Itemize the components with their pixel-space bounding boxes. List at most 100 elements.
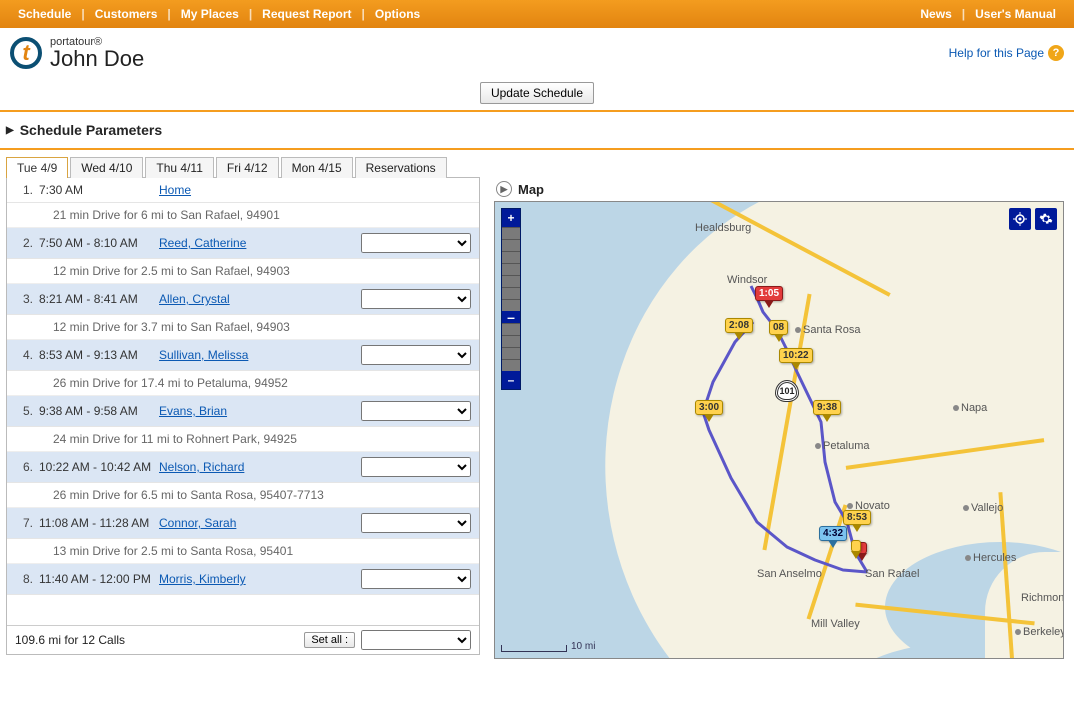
map-marker[interactable]: 3:00 <box>695 400 723 422</box>
map-marker[interactable]: 9:38 <box>813 400 841 422</box>
nav-customers[interactable]: Customers <box>85 7 168 21</box>
row-action-select[interactable] <box>361 289 471 309</box>
update-schedule-button[interactable]: Update Schedule <box>480 82 594 104</box>
nav-schedule[interactable]: Schedule <box>8 7 81 21</box>
marker-tail <box>851 551 861 559</box>
row-index: 4. <box>15 348 33 362</box>
locate-icon[interactable] <box>1009 208 1031 230</box>
customer-link[interactable]: Morris, Kimberly <box>159 572 246 586</box>
map-marker[interactable]: 1:05 <box>755 286 783 308</box>
schedule-list[interactable]: 1.7:30 AMHome21 min Drive for 6 mi to Sa… <box>7 178 479 625</box>
play-icon[interactable]: ▶ <box>496 181 512 197</box>
gear-icon[interactable] <box>1035 208 1057 230</box>
tab-tue-4-9[interactable]: Tue 4/9 <box>6 157 68 178</box>
tab-wed-4-10[interactable]: Wed 4/10 <box>70 157 143 178</box>
marker-bubble: 10:22 <box>779 348 813 363</box>
map-canvas[interactable]: 101 + – – <box>494 201 1064 659</box>
row-time: 7:50 AM - 8:10 AM <box>39 236 159 250</box>
help-link-label: Help for this Page <box>949 46 1044 60</box>
map-title: Map <box>518 182 544 197</box>
schedule-pane: 1.7:30 AMHome21 min Drive for 6 mi to Sa… <box>6 177 480 655</box>
city-label: Richmond <box>1021 592 1064 604</box>
schedule-row[interactable]: 4. 8:53 AM - 9:13 AMSullivan, Melissa <box>7 340 479 371</box>
row-action-select[interactable] <box>361 345 471 365</box>
city-label: Hercules <box>965 552 1016 564</box>
drive-info: 13 min Drive for 2.5 mi to Santa Rosa, 9… <box>7 539 479 564</box>
map-marker[interactable]: 10:22 <box>779 348 813 370</box>
schedule-row[interactable]: 1.7:30 AMHome <box>7 178 479 203</box>
schedule-parameters-label: Schedule Parameters <box>20 122 162 138</box>
city-label: Berkeley <box>1015 626 1064 638</box>
tab-mon-4-15[interactable]: Mon 4/15 <box>281 157 353 178</box>
row-time: 7:30 AM <box>39 183 159 197</box>
customer-link[interactable]: Home <box>159 183 191 197</box>
marker-tail <box>704 414 714 422</box>
customer-link[interactable]: Reed, Catherine <box>159 236 246 250</box>
zoom-in-button[interactable]: + <box>502 209 520 227</box>
customer-link[interactable]: Evans, Brian <box>159 404 227 418</box>
customer-link[interactable]: Nelson, Richard <box>159 460 244 474</box>
tab-thu-4-11[interactable]: Thu 4/11 <box>145 157 213 178</box>
city-label: Healdsburg <box>695 222 751 234</box>
map-marker[interactable]: 8:53 <box>843 510 871 532</box>
nav-request-report[interactable]: Request Report <box>252 7 361 21</box>
row-action-select[interactable] <box>361 401 471 421</box>
customer-link[interactable]: Allen, Crystal <box>159 292 230 306</box>
row-time: 8:53 AM - 9:13 AM <box>39 348 159 362</box>
row-time: 10:22 AM - 10:42 AM <box>39 460 159 474</box>
map-marker[interactable]: 2:08 <box>725 318 753 340</box>
row-index: 8. <box>15 572 33 586</box>
marker-bubble: 1:05 <box>755 286 783 301</box>
zoom-out-button[interactable]: – <box>502 371 520 389</box>
nav-options[interactable]: Options <box>365 7 430 21</box>
marker-tail <box>828 540 838 548</box>
row-action-select[interactable] <box>361 457 471 477</box>
city-label: Napa <box>953 402 987 414</box>
help-link[interactable]: Help for this Page ? <box>949 45 1064 61</box>
row-action-select[interactable] <box>361 569 471 589</box>
drive-info: 12 min Drive for 3.7 mi to San Rafael, 9… <box>7 315 479 340</box>
zoom-step-sel[interactable]: – <box>502 311 520 323</box>
map-marker[interactable] <box>851 540 861 559</box>
zoom-control: + – – <box>501 208 521 390</box>
schedule-row[interactable]: 7.11:08 AM - 11:28 AMConnor, Sarah <box>7 508 479 539</box>
nav-users-manual[interactable]: User's Manual <box>965 7 1066 21</box>
city-label: Petaluma <box>815 440 869 452</box>
row-action-select[interactable] <box>361 233 471 253</box>
nav-right: News| User's Manual <box>910 7 1074 21</box>
customer-link[interactable]: Connor, Sarah <box>159 516 236 530</box>
marker-tail <box>852 524 862 532</box>
schedule-row[interactable]: 2.7:50 AM - 8:10 AMReed, Catherine <box>7 228 479 259</box>
drive-info: 24 min Drive for 11 mi to Rohnert Park, … <box>7 427 479 452</box>
customer-link[interactable]: Sullivan, Melissa <box>159 348 248 362</box>
map-pane: ▶ Map <box>494 177 1068 659</box>
city-label: Oakl <box>1037 658 1060 659</box>
schedule-footer: 109.6 mi for 12 Calls Set all : <box>7 625 479 654</box>
marker-bubble: 08 <box>769 320 788 335</box>
set-all-select[interactable] <box>361 630 471 650</box>
row-index: 5. <box>15 404 33 418</box>
tab-reservations[interactable]: Reservations <box>355 157 447 178</box>
map-marker[interactable]: 4:32 <box>819 526 847 548</box>
row-time: 9:38 AM - 9:58 AM <box>39 404 159 418</box>
tab-fri-4-12[interactable]: Fri 4/12 <box>216 157 279 178</box>
city-label: Vallejo <box>963 502 1003 514</box>
set-all-button[interactable]: Set all : <box>304 632 355 648</box>
nav-news[interactable]: News <box>910 7 961 21</box>
schedule-row[interactable]: 8.11:40 AM - 12:00 PMMorris, Kimberly <box>7 564 479 595</box>
city-label: San Rafael <box>865 568 919 580</box>
row-time: 11:08 AM - 11:28 AM <box>39 516 159 530</box>
row-index: 3. <box>15 292 33 306</box>
schedule-row[interactable]: 6. 10:22 AM - 10:42 AMNelson, Richard <box>7 452 479 483</box>
schedule-row[interactable]: 5. 9:38 AM - 9:58 AMEvans, Brian <box>7 396 479 427</box>
city-label: Windsor <box>727 274 767 286</box>
schedule-parameters-toggle[interactable]: ▶ Schedule Parameters <box>0 112 1074 148</box>
marker-bubble: 3:00 <box>695 400 723 415</box>
schedule-row[interactable]: 3.8:21 AM - 8:41 AMAllen, Crystal <box>7 284 479 315</box>
map-marker[interactable]: 08 <box>769 320 788 342</box>
schedule-summary: 109.6 mi for 12 Calls <box>15 633 125 647</box>
row-action-select[interactable] <box>361 513 471 533</box>
page-header: t portatour® John Doe Help for this Page… <box>0 28 1074 74</box>
nav-my-places[interactable]: My Places <box>171 7 249 21</box>
row-index: 6. <box>15 460 33 474</box>
